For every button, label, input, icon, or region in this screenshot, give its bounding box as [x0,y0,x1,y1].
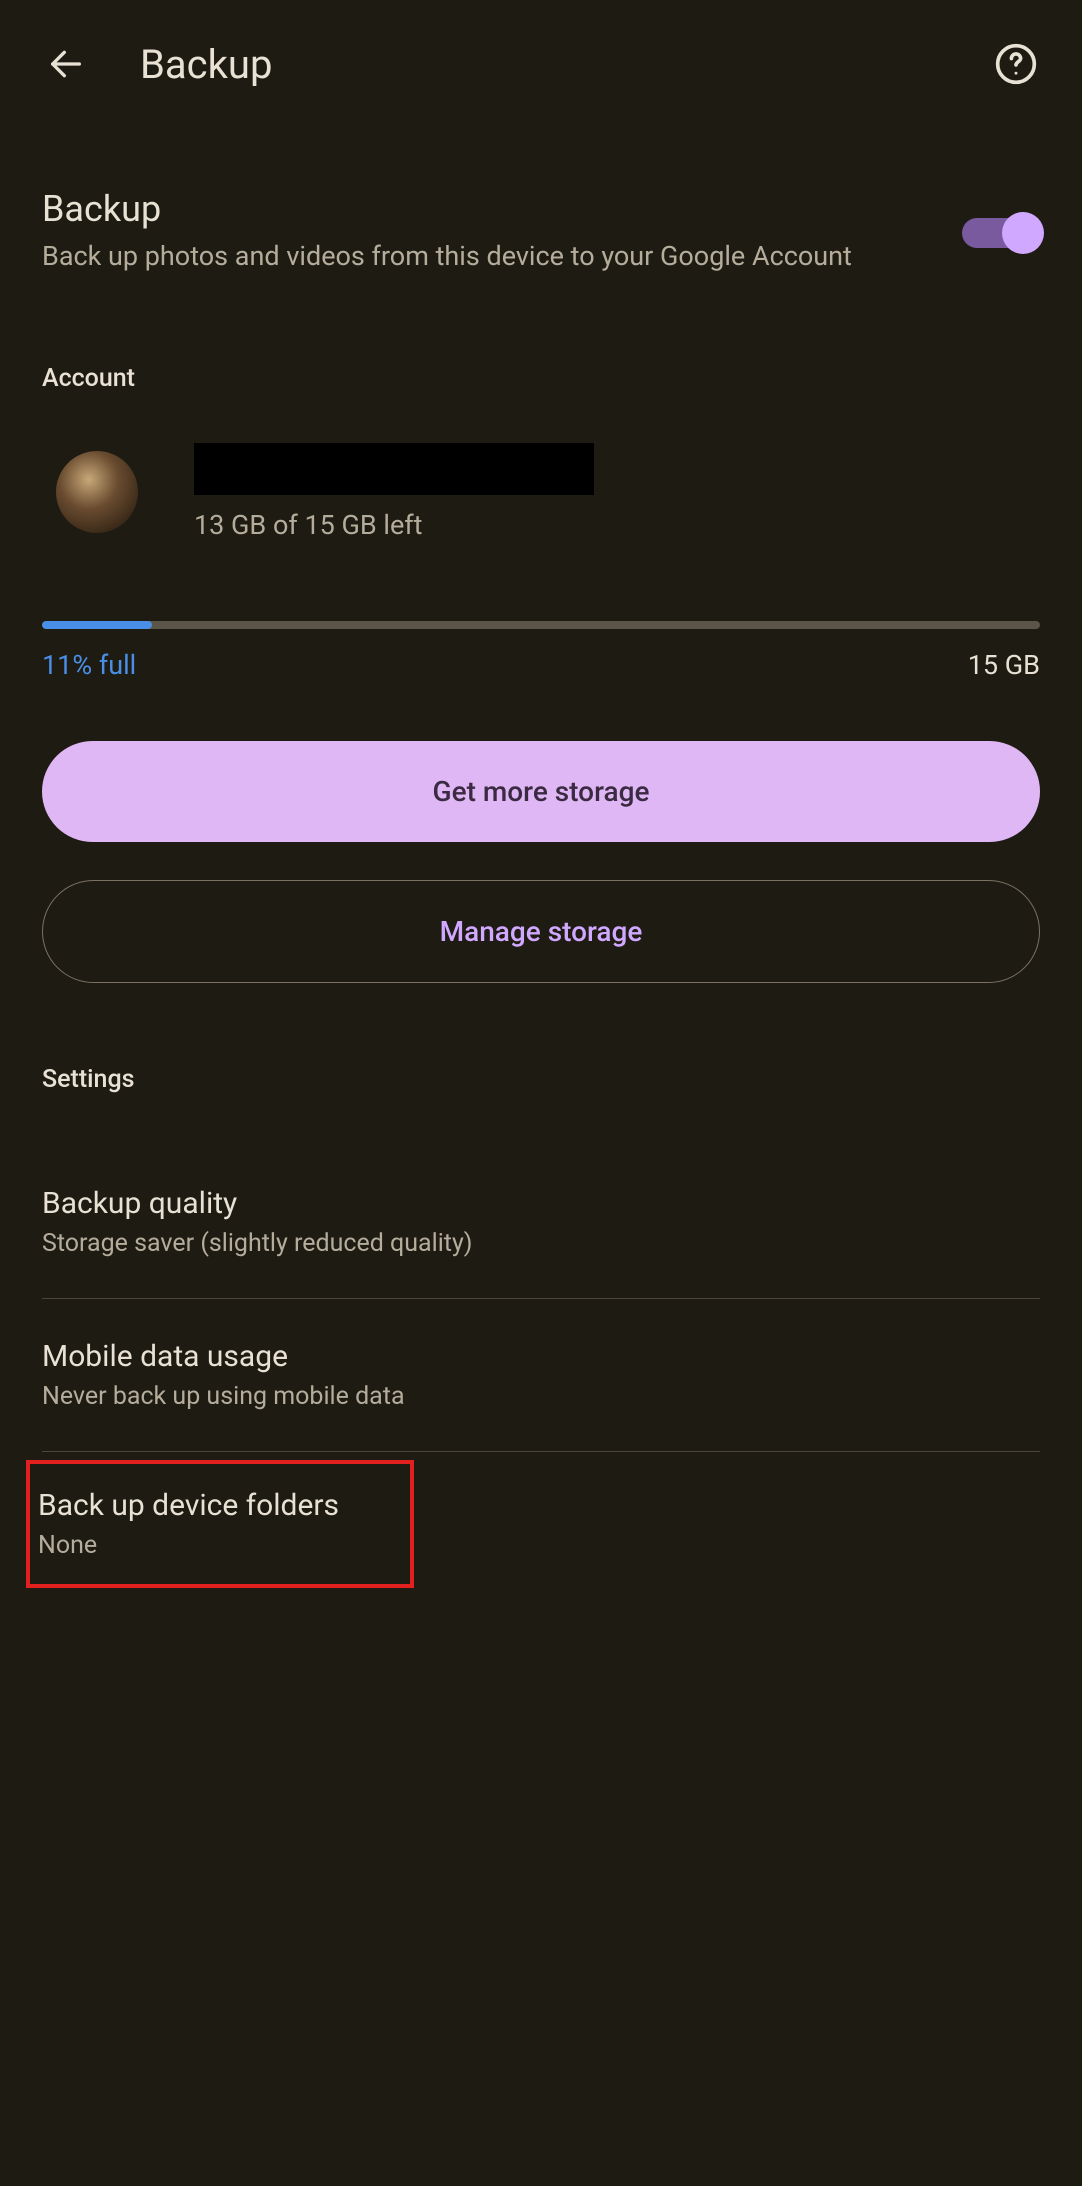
setting-title: Backup quality [42,1186,1040,1221]
setting-mobile-data-usage[interactable]: Mobile data usage Never back up using mo… [42,1307,1040,1443]
account-section-label: Account [42,364,1040,393]
arrow-left-icon [46,44,86,84]
setting-value: Storage saver (slightly reduced quality) [42,1229,1040,1258]
help-icon [994,42,1038,86]
back-button[interactable] [42,40,90,88]
app-header: Backup [0,0,1082,128]
storage-percent-label: 11% full [42,649,136,681]
setting-back-up-device-folders[interactable]: Back up device folders None [26,1460,414,1588]
help-button[interactable] [992,40,1040,88]
backup-toggle-switch[interactable] [962,212,1040,254]
settings-section-label: Settings [42,1065,1040,1094]
avatar [56,451,138,533]
divider [42,1298,1040,1299]
storage-total-label: 15 GB [968,649,1040,681]
toggle-thumb [1002,212,1044,254]
manage-storage-button[interactable]: Manage storage [42,880,1040,983]
account-email-redacted [194,443,594,495]
get-more-storage-button[interactable]: Get more storage [42,741,1040,842]
backup-toggle-title: Backup [42,188,922,230]
storage-progress-fill [42,621,152,629]
backup-toggle-row: Backup Back up photos and videos from th… [42,188,1040,274]
account-storage-left: 13 GB of 15 GB left [194,509,1040,541]
storage-progress-bar [42,621,1040,629]
setting-value: Never back up using mobile data [42,1382,1040,1411]
divider [42,1451,1040,1452]
storage-progress-labels: 11% full 15 GB [42,649,1040,681]
avatar-image [56,451,138,533]
setting-backup-quality[interactable]: Backup quality Storage saver (slightly r… [42,1154,1040,1290]
account-selector[interactable]: 13 GB of 15 GB left [42,443,1040,541]
page-title: Backup [140,41,942,88]
setting-value: None [38,1531,398,1560]
setting-title: Back up device folders [38,1488,398,1523]
backup-toggle-description: Back up photos and videos from this devi… [42,238,922,274]
setting-title: Mobile data usage [42,1339,1040,1374]
